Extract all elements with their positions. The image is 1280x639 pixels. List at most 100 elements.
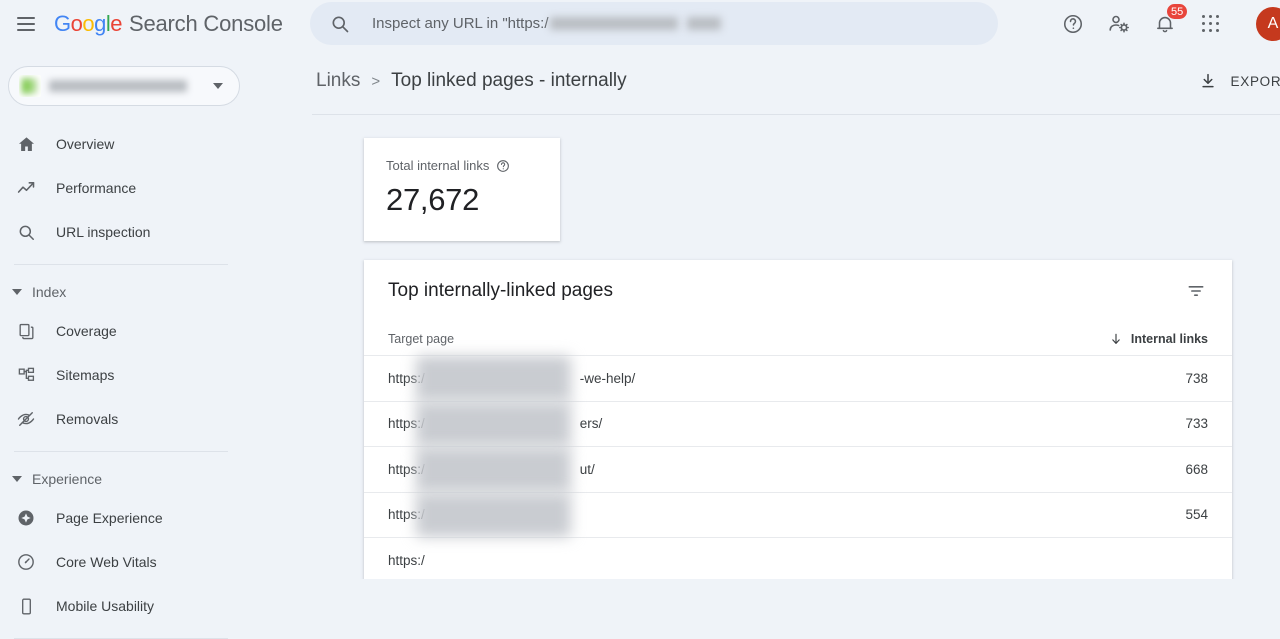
apps-grid-icon[interactable] <box>1188 1 1234 47</box>
breadcrumb-separator-icon: > <box>371 73 380 90</box>
sidebar-item-core-web-vitals[interactable]: Core Web Vitals <box>0 540 312 584</box>
sidebar-item-label: Coverage <box>56 323 117 339</box>
url-tail: -we-help/ <box>580 371 636 386</box>
help-icon[interactable] <box>1050 1 1096 47</box>
sitemap-icon <box>14 363 38 387</box>
filter-icon[interactable] <box>1184 279 1208 303</box>
table-row[interactable]: https:/ ut/ 668 <box>364 447 1232 493</box>
sidebar-group-label: Experience <box>32 471 102 487</box>
sidebar-item-coverage[interactable]: Coverage <box>0 309 312 353</box>
cell-internal-links: 738 <box>1185 371 1208 386</box>
url-inspection-search-bar[interactable]: Inspect any URL in "https:/ <box>310 2 998 45</box>
column-header-target-page[interactable]: Target page <box>388 332 454 346</box>
trending-up-icon <box>14 176 38 200</box>
total-internal-links-card: Total internal links 27,672 <box>364 138 560 241</box>
table-header-row: Top internally-linked pages <box>364 260 1232 322</box>
chevron-down-icon <box>12 289 22 295</box>
url-tail: ers/ <box>580 416 603 431</box>
header-divider <box>312 114 1280 115</box>
sidebar-item-mobile-usability[interactable]: Mobile Usability <box>0 584 312 628</box>
sidebar-group-experience[interactable]: Experience <box>0 462 312 496</box>
notification-badge: 55 <box>1166 3 1188 20</box>
stat-label: Total internal links <box>386 158 489 173</box>
search-input[interactable]: Inspect any URL in "https:/ <box>372 15 721 32</box>
column-header-label: Internal links <box>1131 332 1208 346</box>
app-brand: Google Search Console <box>54 11 283 37</box>
speedometer-icon <box>14 550 38 574</box>
redacted-url-band <box>416 493 571 538</box>
sidebar-item-url-inspection[interactable]: URL inspection <box>0 210 312 254</box>
table-row[interactable]: https:/ -we-help/ 738 <box>364 356 1232 402</box>
chevron-down-icon <box>12 476 22 482</box>
sidebar-nav-index: Coverage Sitemaps Removals <box>0 309 312 441</box>
redacted-domain <box>550 17 678 30</box>
main-content: Links > Top linked pages - internally EX… <box>312 48 1280 579</box>
app-title: Search Console <box>129 11 283 37</box>
sort-descending-icon <box>1109 332 1123 346</box>
sidebar-divider <box>14 451 228 452</box>
export-button[interactable]: EXPORT <box>1199 72 1280 90</box>
google-logo: Google <box>54 11 122 37</box>
url-prefix: https:/ <box>388 553 425 568</box>
sidebar-item-label: Performance <box>56 180 136 196</box>
sidebar-item-removals[interactable]: Removals <box>0 397 312 441</box>
cell-target-page: https:/ <box>388 553 425 568</box>
page-header: Links > Top linked pages - internally EX… <box>312 48 1280 114</box>
eye-off-icon <box>14 407 38 431</box>
table-title: Top internally-linked pages <box>388 280 613 302</box>
notifications-icon[interactable]: 55 <box>1142 1 1188 47</box>
redacted-url-band <box>416 356 571 401</box>
top-internally-linked-pages-table: Top internally-linked pages Target page … <box>364 260 1232 579</box>
avatar-slot: A <box>1234 1 1280 47</box>
pages-icon <box>14 319 38 343</box>
sidebar-group-label: Index <box>32 284 66 300</box>
search-icon <box>14 220 38 244</box>
sidebar-item-label: URL inspection <box>56 224 150 240</box>
avatar[interactable]: A <box>1256 7 1280 41</box>
redacted-domain-suffix <box>687 17 721 30</box>
url-tail: ut/ <box>580 462 595 477</box>
cell-internal-links: 733 <box>1185 416 1208 431</box>
search-icon <box>330 14 350 34</box>
sidebar-divider <box>14 264 228 265</box>
table-row[interactable]: https:/ ers/ 733 <box>364 402 1232 448</box>
account-settings-icon[interactable] <box>1096 1 1142 47</box>
sidebar-item-label: Overview <box>56 136 114 152</box>
sidebar-item-overview[interactable]: Overview <box>0 122 312 166</box>
chevron-down-icon <box>213 83 223 89</box>
property-selector[interactable] <box>8 66 240 106</box>
sidebar-item-label: Mobile Usability <box>56 598 154 614</box>
sidebar-item-sitemaps[interactable]: Sitemaps <box>0 353 312 397</box>
export-label: EXPORT <box>1231 74 1280 89</box>
stat-value: 27,672 <box>386 182 560 218</box>
sidebar-item-label: Removals <box>56 411 118 427</box>
redacted-url-band <box>416 447 571 492</box>
sidebar-nav-primary: Overview Performance URL inspection <box>0 122 312 254</box>
mobile-icon <box>14 594 38 618</box>
sidebar-item-performance[interactable]: Performance <box>0 166 312 210</box>
top-app-bar: Google Search Console Inspect any URL in… <box>0 0 1280 48</box>
page-experience-icon <box>14 506 38 530</box>
sidebar: Overview Performance URL inspection Inde… <box>0 48 312 579</box>
cell-internal-links: 554 <box>1185 507 1208 522</box>
help-icon[interactable] <box>496 159 510 173</box>
sidebar-item-label: Core Web Vitals <box>56 554 157 570</box>
home-icon <box>14 132 38 156</box>
redacted-url-band <box>416 402 571 447</box>
property-favicon <box>19 75 41 97</box>
sidebar-item-label: Page Experience <box>56 510 163 526</box>
table-row[interactable]: https:/ <box>364 538 1232 579</box>
breadcrumb: Links > Top linked pages - internally <box>316 70 627 92</box>
stat-label-row: Total internal links <box>386 158 560 173</box>
download-icon <box>1199 72 1217 90</box>
table-column-headers: Target page Internal links <box>364 322 1232 356</box>
sidebar-group-index[interactable]: Index <box>0 275 312 309</box>
sidebar-item-label: Sitemaps <box>56 367 114 383</box>
breadcrumb-parent-link[interactable]: Links <box>316 70 360 92</box>
hamburger-menu-icon[interactable] <box>2 0 50 48</box>
sidebar-item-page-experience[interactable]: Page Experience <box>0 496 312 540</box>
table-row[interactable]: https:/ 554 <box>364 493 1232 539</box>
top-bar-actions: 55 A <box>1050 0 1280 48</box>
page-title: Top linked pages - internally <box>391 70 627 92</box>
column-header-internal-links[interactable]: Internal links <box>1109 332 1208 346</box>
